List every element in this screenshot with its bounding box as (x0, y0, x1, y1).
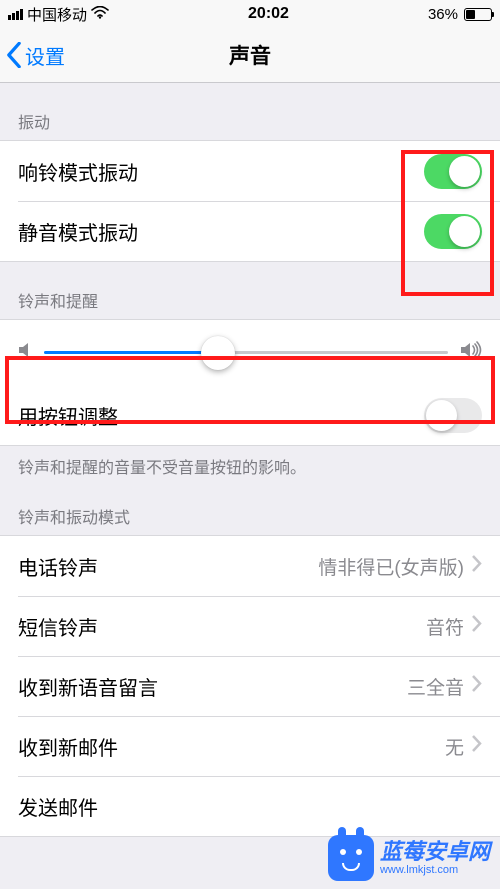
nav-bar: 设置 声音 (0, 28, 500, 83)
back-label: 设置 (25, 41, 65, 70)
text-tone-label: 短信铃声 (18, 612, 98, 641)
voicemail-cell[interactable]: 收到新语音留言 三全音 (0, 656, 500, 716)
silent-vibrate-toggle[interactable] (424, 214, 482, 249)
watermark-logo-icon (328, 835, 374, 881)
voicemail-label: 收到新语音留言 (18, 672, 158, 701)
page-title: 声音 (229, 40, 271, 70)
battery-percent: 36% (428, 6, 458, 23)
button-adjust-cell[interactable]: 用按钮调整 (0, 385, 500, 445)
sent-mail-label: 发送邮件 (18, 792, 98, 821)
new-mail-value: 无 (445, 733, 464, 760)
section-header-vibration: 振动 (0, 83, 500, 140)
volume-high-icon (460, 341, 482, 365)
carrier-label: 中国移动 (27, 4, 87, 25)
patterns-group: 电话铃声 情非得已(女声版) 短信铃声 音符 收到新语音留言 三全音 收到新邮件… (0, 535, 500, 837)
vibration-group: 响铃模式振动 静音模式振动 (0, 140, 500, 262)
button-adjust-toggle[interactable] (424, 398, 482, 433)
chevron-right-icon (472, 555, 482, 578)
silent-vibrate-cell[interactable]: 静音模式振动 (0, 201, 500, 261)
status-right: 36% (428, 6, 492, 23)
volume-slider[interactable] (44, 338, 448, 368)
new-mail-label: 收到新邮件 (18, 732, 118, 761)
chevron-right-icon (472, 735, 482, 758)
volume-low-icon (18, 341, 32, 365)
section-header-ringer: 铃声和提醒 (0, 262, 500, 319)
ring-vibrate-toggle[interactable] (424, 154, 482, 189)
watermark-title: 蓝莓安卓网 (380, 840, 490, 864)
ringer-footer: 铃声和提醒的音量不受音量按钮的影响。 (0, 446, 500, 478)
ring-vibrate-cell[interactable]: 响铃模式振动 (0, 141, 500, 201)
button-adjust-label: 用按钮调整 (18, 401, 118, 430)
volume-cell[interactable] (0, 320, 500, 385)
ringtone-value: 情非得已(女声版) (318, 553, 464, 580)
watermark: 蓝莓安卓网 www.lmkjst.com (324, 833, 494, 883)
status-left: 中国移动 (8, 4, 109, 25)
back-button[interactable]: 设置 (6, 28, 65, 82)
chevron-right-icon (472, 615, 482, 638)
new-mail-cell[interactable]: 收到新邮件 无 (0, 716, 500, 776)
text-tone-cell[interactable]: 短信铃声 音符 (0, 596, 500, 656)
chevron-right-icon (472, 675, 482, 698)
watermark-url: www.lmkjst.com (380, 864, 490, 876)
section-header-patterns: 铃声和振动模式 (0, 478, 500, 535)
ringer-group: 用按钮调整 (0, 319, 500, 446)
ringtone-cell[interactable]: 电话铃声 情非得已(女声版) (0, 536, 500, 596)
sent-mail-cell[interactable]: 发送邮件 (0, 776, 500, 836)
ring-vibrate-label: 响铃模式振动 (18, 157, 138, 186)
slider-thumb[interactable] (201, 336, 235, 370)
wifi-icon (91, 6, 109, 23)
battery-icon (464, 8, 492, 21)
silent-vibrate-label: 静音模式振动 (18, 217, 138, 246)
chevron-left-icon (6, 42, 22, 68)
voicemail-value: 三全音 (407, 673, 464, 700)
text-tone-value: 音符 (426, 613, 464, 640)
status-time: 20:02 (248, 5, 289, 23)
signal-icon (8, 9, 23, 20)
ringtone-label: 电话铃声 (18, 552, 98, 581)
status-bar: 中国移动 20:02 36% (0, 0, 500, 28)
